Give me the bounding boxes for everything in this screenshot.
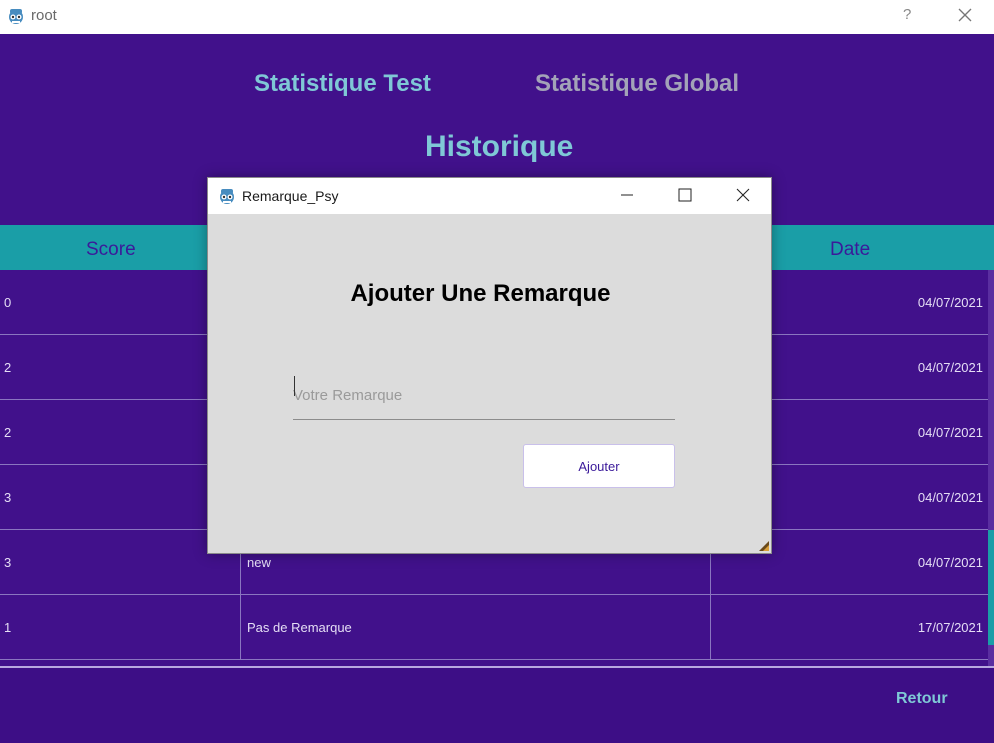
resize-grip-icon[interactable] (759, 541, 769, 551)
page-title: Historique (425, 130, 574, 163)
dialog-title: Remarque_Psy (242, 188, 339, 204)
score-cell: 1 (4, 620, 12, 635)
help-button[interactable]: ? (903, 6, 911, 23)
ajouter-button[interactable]: Ajouter (523, 444, 675, 488)
main-titlebar: root ? (0, 0, 994, 34)
table-row[interactable]: 1 Pas de Remarque 17/07/2021 (0, 595, 990, 660)
retour-button[interactable]: Retour (896, 690, 948, 708)
scrollbar-thumb[interactable] (988, 530, 994, 645)
minimize-icon[interactable] (619, 187, 635, 203)
score-cell: 3 (4, 490, 12, 505)
text-caret (294, 376, 295, 396)
remark-input[interactable] (293, 372, 675, 420)
app-icon (9, 9, 23, 24)
date-cell: 17/07/2021 (710, 595, 990, 660)
window-title: root (31, 7, 57, 24)
maximize-icon[interactable] (677, 187, 693, 203)
dialog-titlebar[interactable]: Remarque_Psy (208, 178, 771, 214)
remark-cell: Pas de Remarque (240, 595, 710, 660)
score-cell: 3 (4, 555, 12, 570)
nav-statistique-test[interactable]: Statistique Test (254, 70, 431, 98)
close-icon[interactable] (956, 6, 974, 24)
footer-bar (0, 666, 994, 743)
nav-statistique-global[interactable]: Statistique Global (535, 70, 739, 98)
score-cell: 2 (4, 360, 12, 375)
column-header-score[interactable]: Score (86, 239, 136, 261)
score-cell: 0 (4, 295, 12, 310)
app-icon (220, 189, 234, 204)
dialog-heading: Ajouter Une Remarque (350, 280, 611, 307)
close-icon[interactable] (735, 187, 751, 203)
column-header-date[interactable]: Date (830, 239, 870, 261)
score-cell: 2 (4, 425, 12, 440)
remarque-dialog: Remarque_Psy Ajouter Une Remarque Ajoute… (207, 177, 772, 554)
